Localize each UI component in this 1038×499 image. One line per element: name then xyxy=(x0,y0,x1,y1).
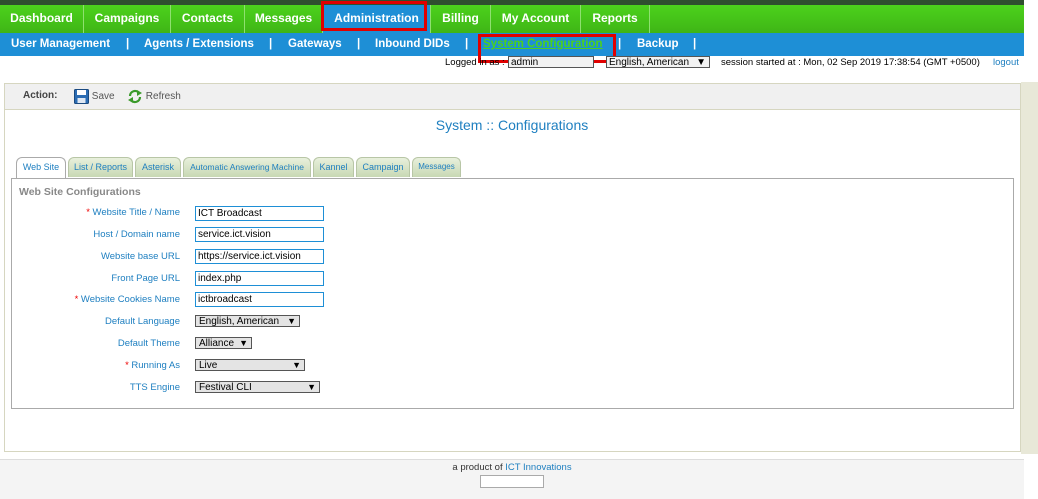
chevron-down-icon: ▼ xyxy=(307,382,316,392)
footer-prefix: a product of xyxy=(452,462,503,473)
save-label: Save xyxy=(91,91,115,103)
tab-messages[interactable]: Messages xyxy=(412,157,461,177)
refresh-label: Refresh xyxy=(145,91,181,103)
nav-my-account[interactable]: My Account xyxy=(491,5,581,33)
language-value: English, American xyxy=(609,57,690,68)
subnav-user-management[interactable]: User Management xyxy=(11,33,110,56)
chevron-down-icon: ▼ xyxy=(239,338,248,348)
save-icon xyxy=(74,89,89,104)
footer: a product of ICT Innovations xyxy=(0,462,1024,473)
required-marker: * xyxy=(74,294,79,305)
chevron-down-icon: ▼ xyxy=(696,57,706,68)
website-title-label-text: Website Title / Name xyxy=(92,207,180,218)
nav-dashboard[interactable]: Dashboard xyxy=(0,5,84,33)
tab-campaign[interactable]: Campaign xyxy=(356,157,410,177)
tts-label: TTS Engine xyxy=(129,382,180,393)
nav-campaigns[interactable]: Campaigns xyxy=(84,5,171,33)
session-info: session started at : Mon, 02 Sep 2019 17… xyxy=(721,57,980,68)
cookies-label-text: Website Cookies Name xyxy=(80,294,180,305)
logged-in-label: Logged in as : xyxy=(445,57,505,68)
nav-billing[interactable]: Billing xyxy=(431,5,491,33)
action-label: Action: xyxy=(23,90,58,101)
section-title: Web Site Configurations xyxy=(19,186,141,198)
running-as-label: * Running As xyxy=(0,360,180,371)
chevron-down-icon: ▼ xyxy=(292,360,301,370)
tab-web-site[interactable]: Web Site xyxy=(16,157,66,179)
subnav-separator: | xyxy=(618,38,622,50)
subnav-gateways[interactable]: Gateways xyxy=(288,33,342,56)
save-button[interactable]: Save xyxy=(74,89,115,104)
tts-value: Festival CLI xyxy=(199,382,252,393)
subnav-separator: | xyxy=(465,38,469,50)
theme-label: Default Theme xyxy=(117,338,180,349)
chevron-down-icon: ▼ xyxy=(287,316,296,326)
cookies-input[interactable]: ictbroadcast xyxy=(195,292,324,307)
subnav-separator: | xyxy=(269,38,273,50)
base-url-input[interactable]: https://service.ict.vision xyxy=(195,249,324,264)
website-title-input[interactable]: ICT Broadcast xyxy=(195,206,324,221)
cookies-label: * Website Cookies Name xyxy=(0,294,180,305)
front-page-label: Front Page URL xyxy=(111,273,180,284)
running-as-label-text: Running As xyxy=(131,360,180,371)
tab-kannel[interactable]: Kannel xyxy=(313,157,354,177)
page-title: System :: Configurations xyxy=(435,117,589,133)
user-value: admin xyxy=(511,57,539,68)
language-field-value: English, American xyxy=(199,316,280,327)
language-field[interactable]: English, American ▼ xyxy=(195,315,300,327)
base-url-label: Website base URL xyxy=(100,251,180,262)
right-scroll-strip xyxy=(1021,82,1038,454)
refresh-button[interactable]: Refresh xyxy=(127,89,181,104)
required-marker: * xyxy=(86,207,90,218)
subnav-separator: | xyxy=(357,38,361,50)
front-page-input[interactable]: index.php xyxy=(195,271,324,286)
running-as-select[interactable]: Live ▼ xyxy=(195,359,305,371)
language-select[interactable]: English, American ▼ xyxy=(606,56,710,68)
nav-messages[interactable]: Messages xyxy=(245,5,323,33)
main-nav: Dashboard Campaigns Contacts Messages Ad… xyxy=(0,5,1024,33)
user-select[interactable]: admin xyxy=(508,56,594,68)
sub-nav: User Management | Agents / Extensions | … xyxy=(0,33,1024,56)
nav-contacts[interactable]: Contacts xyxy=(171,5,245,33)
footer-link[interactable]: ICT Innovations xyxy=(505,462,571,473)
subnav-system-configuration[interactable]: System Configuration xyxy=(483,33,602,56)
refresh-icon xyxy=(128,89,142,104)
language-label: Default Language xyxy=(104,316,180,327)
host-input[interactable]: service.ict.vision xyxy=(195,227,324,242)
tts-select[interactable]: Festival CLI ▼ xyxy=(195,381,320,393)
action-bar: Action: Save Refresh xyxy=(5,84,1020,110)
tab-asterisk[interactable]: Asterisk xyxy=(135,157,181,177)
nav-reports[interactable]: Reports xyxy=(581,5,650,33)
subnav-agents-extensions[interactable]: Agents / Extensions xyxy=(144,33,254,56)
tab-list-reports[interactable]: List / Reports xyxy=(68,157,133,177)
website-title-label: * Website Title / Name xyxy=(0,207,180,218)
host-label: Host / Domain name xyxy=(93,229,180,240)
nav-administration[interactable]: Administration xyxy=(323,5,431,33)
subnav-separator: | xyxy=(693,38,697,50)
theme-value: Alliance xyxy=(199,338,235,349)
subnav-inbound-dids[interactable]: Inbound DIDs xyxy=(375,33,450,56)
subnav-backup[interactable]: Backup xyxy=(637,33,679,56)
required-marker: * xyxy=(125,360,129,371)
tab-automatic-answering-machine[interactable]: Automatic Answering Machine xyxy=(183,157,311,177)
theme-select[interactable]: Alliance ▼ xyxy=(195,337,252,349)
running-as-value: Live xyxy=(199,360,218,371)
status-bar: Logged in as : admin English, American ▼… xyxy=(0,56,1024,70)
subnav-separator: | xyxy=(126,38,130,50)
logout-link[interactable]: logout xyxy=(993,57,1019,68)
footer-box xyxy=(480,475,544,488)
